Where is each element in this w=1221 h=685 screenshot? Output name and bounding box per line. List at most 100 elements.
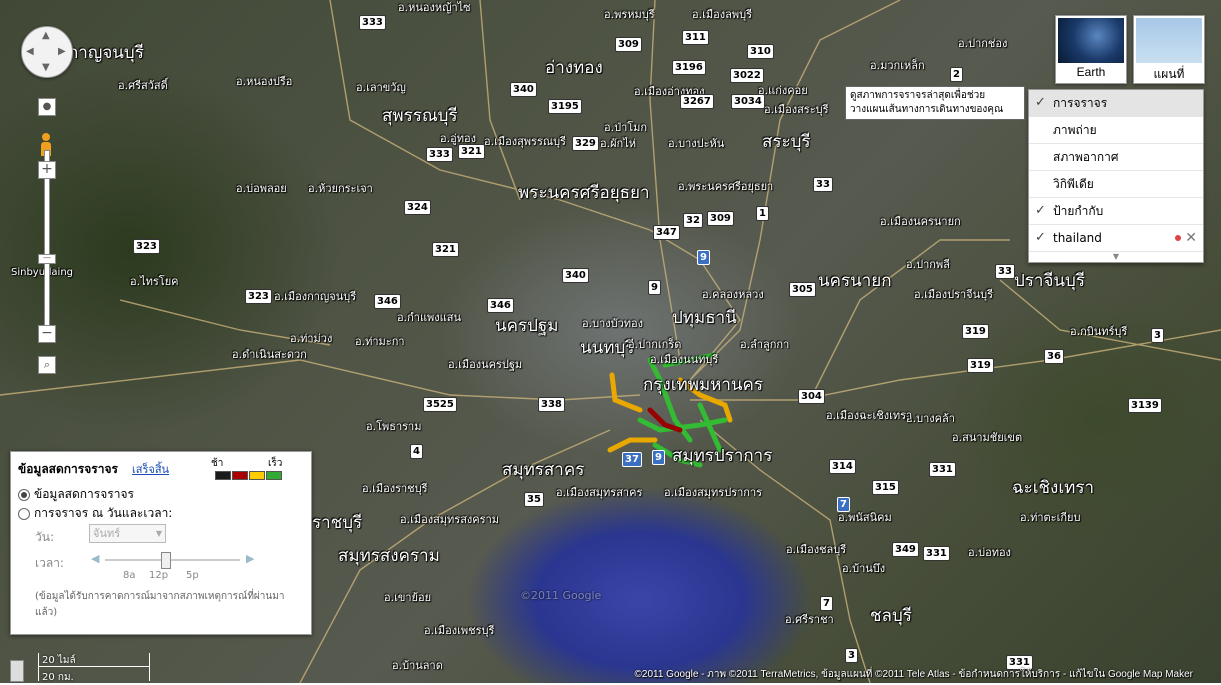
route-shield: 331 — [923, 546, 950, 561]
slider-right-arrow-icon[interactable]: ▶ — [246, 552, 254, 565]
route-shield: 3022 — [730, 68, 764, 83]
world-map-thumbnail-icon — [1136, 18, 1202, 63]
route-shield: 333 — [359, 15, 386, 30]
map-label-district: อ.เมืองนครปฐม — [448, 358, 523, 371]
map-label-district: อ.กบินทร์บุรี — [1070, 325, 1128, 338]
layer-item-labels[interactable]: ✓ ป้ายกำกับ — [1029, 198, 1203, 225]
map-label-district: อ.บ่อทอง — [968, 546, 1011, 559]
map-label-district: อ.พระนครศรีอยุธยา — [678, 180, 774, 193]
layer-item-weather[interactable]: สภาพอากาศ — [1029, 144, 1203, 171]
map-label-district: อ.บ่อพลอย — [236, 182, 287, 195]
map-label-province: สมุทรสงคราม — [338, 546, 440, 566]
radio-icon[interactable] — [18, 507, 30, 520]
route-shield: 3 — [845, 648, 858, 663]
map-label-province: กาญจนบุรี — [68, 43, 144, 63]
time-tick: 8a — [123, 570, 136, 581]
route-shield: 338 — [538, 397, 565, 412]
map-label-province: ปทุมธานี — [672, 308, 737, 328]
map-label-district: อ.เมืองนครนายก — [880, 215, 961, 228]
map-label-province: ราชบุรี — [312, 513, 363, 533]
layers-menu: ✓ การจราจร ภาพถ่าย สภาพอากาศ วิกิพีเดีย … — [1028, 89, 1204, 263]
map-label-district: อ.แก่งคอย — [758, 84, 808, 97]
map-map-type-button[interactable]: แผนที่ — [1133, 15, 1205, 84]
route-shield: 315 — [872, 480, 899, 495]
chevron-down-icon: ▼ — [155, 529, 162, 538]
earth-map-type-button[interactable]: Earth — [1055, 15, 1127, 84]
time-slider[interactable]: ◀ ▶ — [91, 552, 256, 569]
layer-item-photos[interactable]: ภาพถ่าย — [1029, 117, 1203, 144]
map-label-district: อ.ปากพลี — [906, 258, 950, 271]
map-label-district: อ.พรหมบุรี — [604, 8, 655, 21]
route-shield: 33 — [995, 264, 1015, 279]
route-shield: 309 — [615, 37, 642, 52]
day-select[interactable]: จันทร์ ▼ — [89, 524, 166, 543]
check-icon: ✓ — [1035, 95, 1046, 110]
slider-track[interactable] — [105, 559, 240, 561]
time-tick: 12p — [149, 570, 169, 581]
map-label-province: ปราจีนบุรี — [1014, 271, 1085, 291]
map-label-district: อ.ป่าโมก — [604, 121, 648, 134]
zoom-in-button[interactable]: + — [38, 161, 56, 179]
map-label-district: อ.ไทรโยค — [130, 275, 179, 288]
route-shield: 333 — [426, 147, 453, 162]
map-label-province: สมุทรปราการ — [672, 446, 773, 466]
route-shield: 305 — [789, 282, 816, 297]
layer-label: วิกิพีเดีย — [1053, 177, 1094, 191]
layer-item-traffic[interactable]: ✓ การจราจร — [1029, 90, 1203, 117]
layer-label: สภาพอากาศ — [1053, 150, 1119, 164]
close-icon[interactable]: ✕ — [1185, 225, 1197, 251]
route-shield: 32 — [683, 213, 703, 228]
pan-left-icon[interactable]: ◀ — [26, 46, 34, 57]
map-label-district: อ.ดำเนินสะดวก — [232, 348, 307, 361]
map-label-district: อ.เมืองสุพรรณบุรี — [484, 135, 566, 148]
legend-swatch — [232, 471, 248, 480]
option-label: ข้อมูลสดการจราจร — [34, 487, 134, 501]
radio-selected-icon[interactable] — [18, 488, 30, 501]
map-label-district: อ.มวกเหล็ก — [870, 59, 925, 72]
zoom-out-button[interactable]: − — [38, 325, 56, 343]
map-label-district: อ.เมืองสมุทรสาคร — [556, 486, 643, 499]
zoom-box-icon[interactable]: ⌕ — [38, 356, 56, 374]
street-view-toggle-icon[interactable]: ● — [38, 98, 56, 116]
map-label-district: อ.หนองหญ้าไซ — [398, 1, 471, 14]
map-label-district: อ.บางคล้า — [906, 412, 955, 425]
layer-label: การจราจร — [1053, 96, 1108, 110]
pan-down-icon[interactable]: ▼ — [42, 62, 50, 73]
map-label-district: อ.เมืองสระบุรี — [764, 103, 829, 116]
legend-slow-label: ช้า — [211, 458, 224, 469]
legend-fast-label: เร็ว — [268, 458, 283, 469]
route-shield: 7 — [837, 497, 850, 512]
slider-left-arrow-icon[interactable]: ◀ — [91, 552, 99, 565]
legend-swatch — [249, 471, 265, 480]
route-shield: 323 — [133, 239, 160, 254]
pan-up-icon[interactable]: ▲ — [42, 30, 50, 41]
live-traffic-option[interactable]: ข้อมูลสดการจราจร — [18, 485, 134, 504]
map-label-province: สมุทรสาคร — [502, 460, 585, 480]
expand-chevron-icon[interactable]: ▼ — [1029, 252, 1203, 262]
map-label-province: สระบุรี — [762, 132, 811, 152]
historic-traffic-option[interactable]: การจราจร ณ วันและเวลา: — [18, 504, 172, 523]
map-label-district: อ.ท่าม่วง — [290, 332, 333, 345]
pan-control[interactable]: ▲ ▼ ◀ ▶ — [21, 26, 73, 78]
map-label-district: อ.ศรีสวัสดิ์ — [118, 79, 168, 92]
traffic-speed-legend — [215, 471, 282, 480]
route-shield: 314 — [829, 459, 856, 474]
map-watermark: ©2011 Google — [520, 589, 602, 602]
map-label-district: อ.เมืองนนทบุรี — [650, 353, 719, 366]
pan-right-icon[interactable]: ▶ — [58, 46, 66, 57]
route-shield: 9 — [697, 250, 710, 265]
time-tick: 5p — [186, 570, 199, 581]
zoom-slider-handle[interactable]: — — [38, 254, 56, 265]
copyright-footer[interactable]: ©2011 Google - ภาพ ©2011 TerraMetrics, ข… — [635, 667, 1193, 682]
earth-thumbnail-icon — [1058, 18, 1124, 63]
route-shield: 310 — [747, 44, 774, 59]
map-label-district: อ.โพธาราม — [366, 420, 422, 433]
done-link[interactable]: เสร็จสิ้น — [132, 460, 169, 478]
map-label-district: อ.กำแพงแสน — [397, 311, 461, 324]
layer-item-wikipedia[interactable]: วิกิพีเดีย — [1029, 171, 1203, 198]
layer-item-thailand[interactable]: ✓ thailand ✕ — [1029, 225, 1203, 252]
route-shield: 321 — [432, 242, 459, 257]
route-shield: 304 — [798, 389, 825, 404]
route-shield: 3525 — [423, 397, 457, 412]
slider-handle[interactable] — [161, 552, 171, 569]
